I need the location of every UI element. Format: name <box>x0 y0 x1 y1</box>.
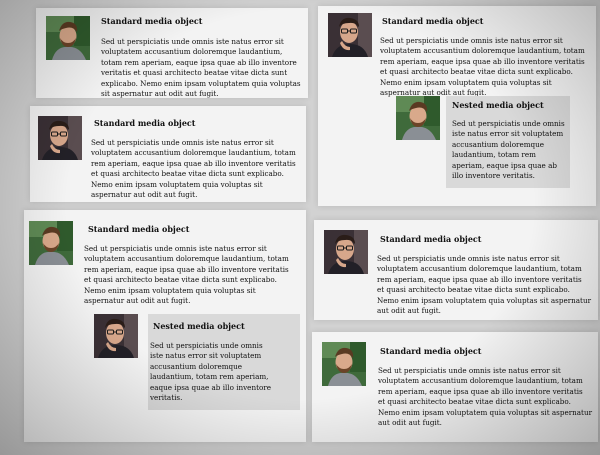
media-body: Sed ut perspiciatis unde omnis iste natu… <box>101 37 301 99</box>
avatar <box>322 342 366 386</box>
avatar-man-beard-photo-icon <box>46 16 90 60</box>
media-body: Sed ut perspiciatis unde omnis iste natu… <box>377 254 592 316</box>
avatar-man-glasses-photo-icon <box>324 230 368 274</box>
avatar <box>324 230 368 274</box>
nested-media-body: Sed ut perspiciatis unde omnis iste natu… <box>452 119 565 181</box>
media-title: Standard media object <box>380 234 482 244</box>
avatar-man-glasses-photo-icon <box>94 314 138 358</box>
avatar <box>328 13 372 57</box>
media-title: Standard media object <box>94 118 196 128</box>
avatar <box>396 96 440 140</box>
media-object-card: Standard media object Sed ut perspiciati… <box>318 6 596 206</box>
avatar <box>38 116 82 160</box>
nested-media-object: Nested media object Sed ut perspiciatis … <box>396 96 570 188</box>
nested-media-title: Nested media object <box>452 100 544 110</box>
nested-media-body: Sed ut perspiciatis unde omnis iste natu… <box>150 341 271 403</box>
media-object-card: Standard media object Sed ut perspiciati… <box>24 210 306 442</box>
avatar-man-beard-photo-icon <box>29 221 73 265</box>
avatar-man-beard-photo-icon <box>322 342 366 386</box>
nested-media-object: Nested media object Sed ut perspiciatis … <box>94 314 300 410</box>
avatar-man-glasses-photo-icon <box>38 116 82 160</box>
avatar-man-beard-photo-icon <box>396 96 440 140</box>
media-title: Standard media object <box>88 224 190 234</box>
media-title: Standard media object <box>101 16 203 26</box>
media-object-card: Standard media object Sed ut perspiciati… <box>36 8 308 98</box>
avatar <box>46 16 90 60</box>
media-title: Standard media object <box>382 16 484 26</box>
media-body: Sed ut perspiciatis unde omnis iste natu… <box>91 138 296 200</box>
media-body: Sed ut perspiciatis unde omnis iste natu… <box>378 366 593 428</box>
media-object-card: Standard media object Sed ut perspiciati… <box>30 106 306 202</box>
avatar <box>94 314 138 358</box>
avatar-man-glasses-photo-icon <box>328 13 372 57</box>
nested-media-title: Nested media object <box>153 321 245 331</box>
media-body: Sed ut perspiciatis unde omnis iste natu… <box>380 36 585 98</box>
media-object-card: Standard media object Sed ut perspiciati… <box>314 220 598 320</box>
avatar <box>29 221 73 265</box>
media-object-card: Standard media object Sed ut perspiciati… <box>312 332 598 442</box>
media-title: Standard media object <box>380 346 482 356</box>
media-body: Sed ut perspiciatis unde omnis iste natu… <box>84 244 289 306</box>
